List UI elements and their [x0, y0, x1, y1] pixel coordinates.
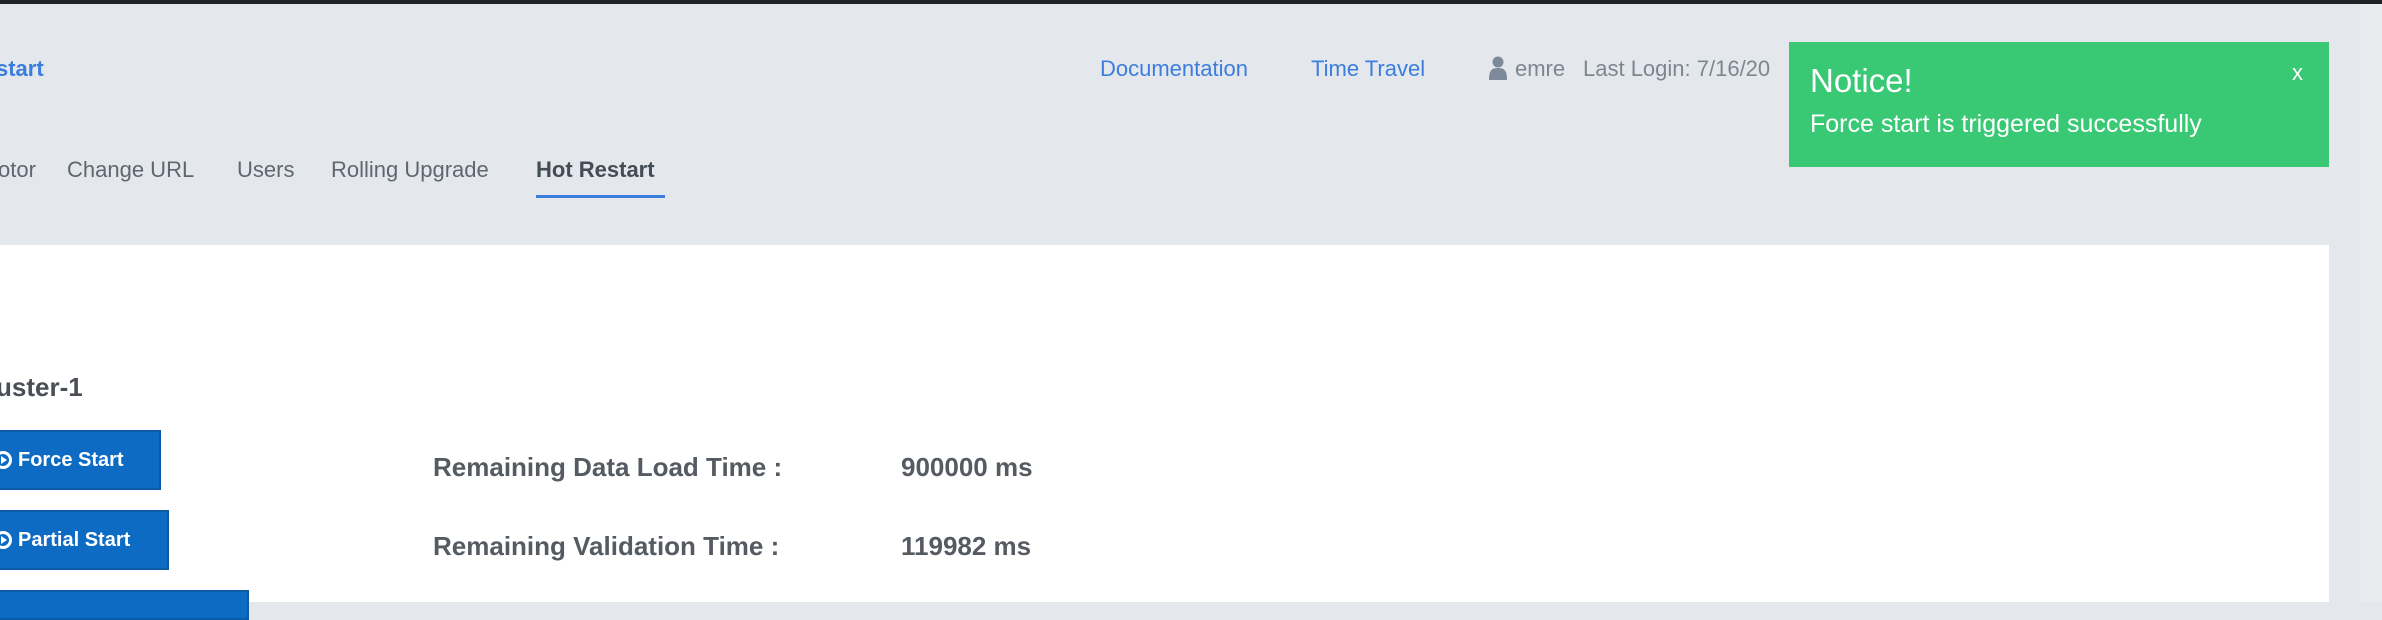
- play-circle-icon: [0, 531, 12, 549]
- scrollbar[interactable]: [2360, 4, 2382, 602]
- notice-toast: Notice! Force start is triggered success…: [1789, 42, 2329, 167]
- validation-time-label: Remaining Validation Time :: [433, 531, 780, 561]
- force-start-label: Force Start: [18, 448, 124, 471]
- partial-start-button[interactable]: Partial Start: [0, 510, 169, 570]
- tab-rolling-upgrade[interactable]: Rolling Upgrade: [331, 157, 489, 183]
- cluster-name: uster-1: [0, 372, 83, 402]
- data-load-time-value: 900000 ms: [901, 452, 1033, 482]
- username[interactable]: emre: [1515, 56, 1565, 82]
- time-travel-link[interactable]: Time Travel: [1311, 56, 1425, 82]
- brand-title[interactable]: start: [0, 56, 44, 82]
- main-panel: [0, 245, 2329, 602]
- tab-change-url[interactable]: Change URL: [67, 157, 194, 183]
- user-icon: [1489, 56, 1507, 80]
- partial-start-label: Partial Start: [18, 528, 131, 551]
- force-start-button[interactable]: Force Start: [0, 430, 161, 490]
- notice-message: Force start is triggered successfully: [1810, 110, 2202, 138]
- notice-title: Notice!: [1810, 62, 1913, 99]
- play-circle-icon: [0, 451, 12, 469]
- tab-users[interactable]: Users: [237, 157, 294, 183]
- close-icon[interactable]: x: [2292, 60, 2303, 86]
- last-login: Last Login: 7/16/20: [1583, 56, 1771, 81]
- validation-time-value: 119982 ms: [901, 531, 1032, 561]
- documentation-link[interactable]: Documentation: [1100, 56, 1248, 82]
- active-tab-indicator: [536, 195, 665, 198]
- action-button[interactable]: [0, 590, 249, 620]
- tab-hot-restart[interactable]: Hot Restart: [536, 157, 655, 183]
- window-top-border: [0, 0, 2382, 4]
- tab-monitor[interactable]: otor: [0, 157, 36, 183]
- data-load-time-label: Remaining Data Load Time :: [433, 452, 783, 482]
